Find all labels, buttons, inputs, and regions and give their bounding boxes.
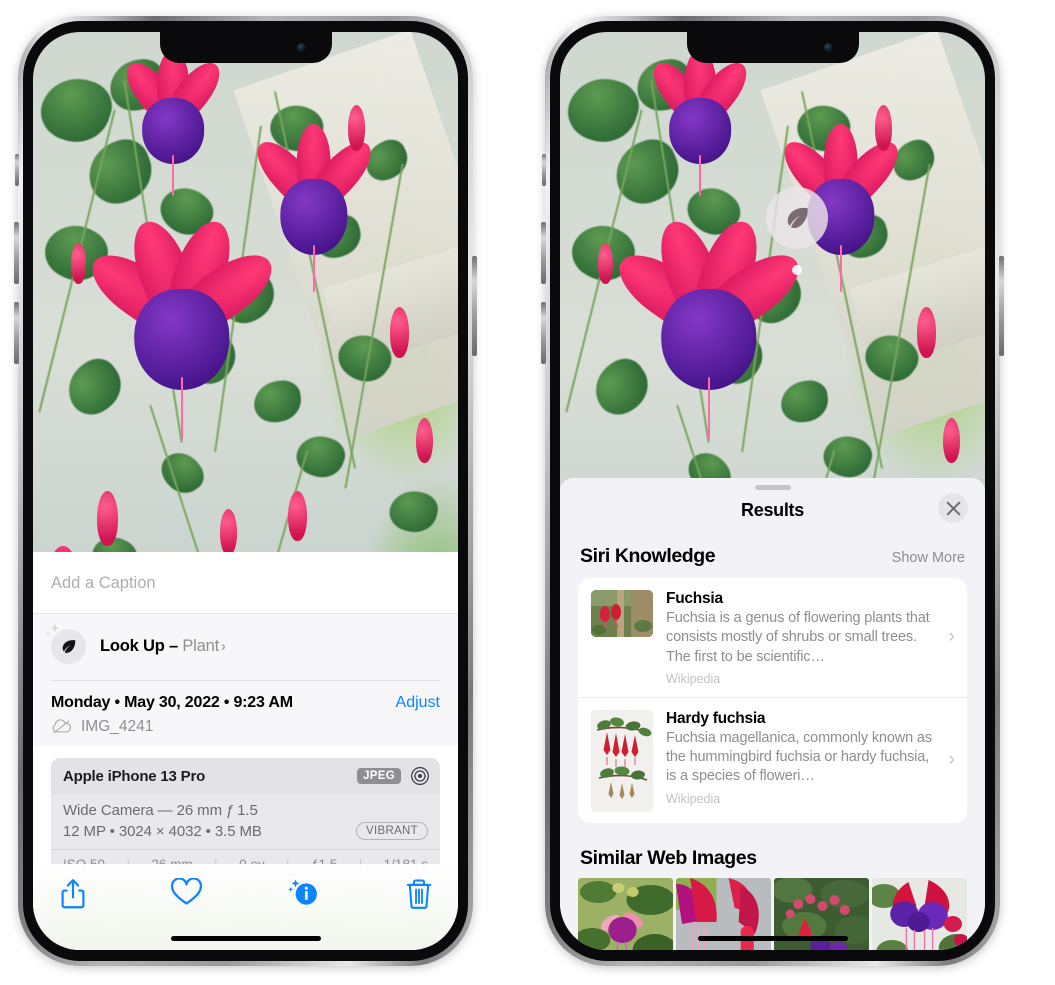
home-indicator[interactable]: [697, 936, 848, 941]
phone-screen-right: Results Siri Knowledge Show More Fuchsia…: [560, 32, 985, 950]
visual-lookup-dot: [792, 265, 802, 275]
iphone-right-visual-lookup: Results Siri Knowledge Show More Fuchsia…: [541, 16, 1004, 966]
photographic-style-badge: VIBRANT: [356, 822, 428, 840]
caption-input[interactable]: Add a Caption: [33, 552, 458, 614]
close-button[interactable]: [938, 493, 968, 523]
info-button[interactable]: [286, 878, 322, 910]
chevron-right-icon: ›: [948, 749, 955, 771]
volume-up-button[interactable]: [14, 222, 19, 284]
siri-knowledge-header: Siri Knowledge Show More: [560, 521, 985, 578]
similar-web-images-title: Similar Web Images: [580, 846, 757, 869]
iphone-left-photos-info: Add a Caption Look Up – Plant › Monday •…: [14, 16, 477, 966]
siri-knowledge-card: Fuchsia Fuchsia is a genus of flowering …: [578, 578, 967, 823]
mute-switch[interactable]: [542, 154, 546, 186]
siri-knowledge-title: Siri Knowledge: [580, 545, 716, 567]
results-sheet: Results Siri Knowledge Show More Fuchsia…: [560, 478, 985, 950]
knowledge-source: Wikipedia: [666, 671, 721, 686]
look-up-subject: Plant: [182, 637, 219, 655]
camera-card-header: Apple iPhone 13 Pro JPEG: [51, 758, 440, 794]
share-button[interactable]: [59, 878, 87, 910]
knowledge-thumbnail: [591, 709, 653, 812]
display-notch: [686, 32, 859, 63]
knowledge-title: Fuchsia: [666, 590, 723, 607]
similar-web-images-header: Similar Web Images: [560, 823, 985, 878]
delete-button[interactable]: [406, 878, 432, 910]
sparkles-icon: [45, 623, 60, 636]
visual-lookup-anchor: [766, 187, 828, 275]
file-row: IMG_4241: [51, 718, 440, 736]
photo-info-sheet: Add a Caption Look Up – Plant › Monday •…: [33, 552, 458, 950]
look-up-section: Look Up – Plant ›: [33, 614, 458, 680]
aperture-icon[interactable]: [410, 766, 430, 786]
chevron-right-icon: ›: [948, 626, 955, 648]
camera-model: Apple iPhone 13 Pro: [63, 767, 206, 785]
volume-down-button[interactable]: [14, 302, 19, 364]
metadata-section: Monday • May 30, 2022 • 9:23 AM Adjust I…: [33, 680, 458, 746]
home-indicator[interactable]: [170, 936, 321, 941]
file-name: IMG_4241: [81, 718, 154, 735]
format-badge: JPEG: [357, 768, 401, 784]
date-row: Monday • May 30, 2022 • 9:23 AM Adjust: [51, 694, 440, 712]
volume-down-button[interactable]: [541, 302, 546, 364]
chevron-right-icon: ›: [220, 638, 226, 655]
side-power-button[interactable]: [999, 256, 1004, 356]
similar-image-thumbnail[interactable]: [872, 877, 967, 950]
knowledge-source: Wikipedia: [666, 791, 721, 806]
phone-bezel: Results Siri Knowledge Show More Fuchsia…: [550, 21, 995, 961]
front-camera: [296, 43, 306, 52]
specs-line: 12 MP • 3024 × 4032 • 3.5 MB: [63, 822, 262, 840]
cloud-slash-icon: [52, 719, 72, 734]
divider: [51, 680, 440, 681]
show-more-button[interactable]: Show More: [892, 550, 965, 566]
results-header: Results: [560, 490, 985, 523]
look-up-label: Look Up – Plant ›: [100, 637, 226, 656]
knowledge-description: Fuchsia is a genus of flowering plants t…: [666, 610, 930, 665]
knowledge-text: Hardy fuchsia Fuchsia magellanica, commo…: [666, 710, 955, 812]
knowledge-description: Fuchsia magellanica, commonly known as t…: [666, 729, 932, 785]
results-title: Results: [741, 500, 804, 520]
lens-line: Wide Camera — 26 mm ƒ 1.5: [63, 802, 258, 819]
camera-card-body: Wide Camera — 26 mm ƒ 1.5 12 MP • 3024 ×…: [51, 794, 440, 849]
front-camera: [823, 43, 833, 52]
volume-up-button[interactable]: [541, 222, 546, 284]
side-power-button[interactable]: [472, 256, 477, 356]
display-notch: [159, 32, 332, 63]
look-up-row[interactable]: Look Up – Plant ›: [45, 623, 440, 664]
leaf-icon: [45, 623, 86, 664]
knowledge-title: Hardy fuchsia: [666, 709, 766, 727]
screenshot-canvas: Add a Caption Look Up – Plant › Monday •…: [0, 0, 1055, 985]
mute-switch[interactable]: [15, 154, 19, 186]
similar-image-thumbnail[interactable]: [578, 877, 673, 950]
phone-bezel: Add a Caption Look Up – Plant › Monday •…: [23, 21, 468, 961]
phone-screen-left: Add a Caption Look Up – Plant › Monday •…: [33, 32, 458, 950]
camera-info-card[interactable]: Apple iPhone 13 Pro JPEG Wide Camera — 2…: [51, 758, 440, 880]
knowledge-text: Fuchsia Fuchsia is a genus of flowering …: [666, 590, 955, 686]
list-item[interactable]: Hardy fuchsia Fuchsia magellanica, commo…: [578, 696, 967, 823]
look-up-prefix: Look Up –: [100, 637, 183, 655]
list-item[interactable]: Fuchsia Fuchsia is a genus of flowering …: [578, 578, 967, 697]
favorite-button[interactable]: [171, 878, 202, 907]
close-icon: [946, 501, 960, 515]
capture-date: Monday • May 30, 2022 • 9:23 AM: [51, 694, 293, 711]
knowledge-thumbnail: [591, 590, 653, 637]
adjust-button[interactable]: Adjust: [396, 694, 440, 712]
